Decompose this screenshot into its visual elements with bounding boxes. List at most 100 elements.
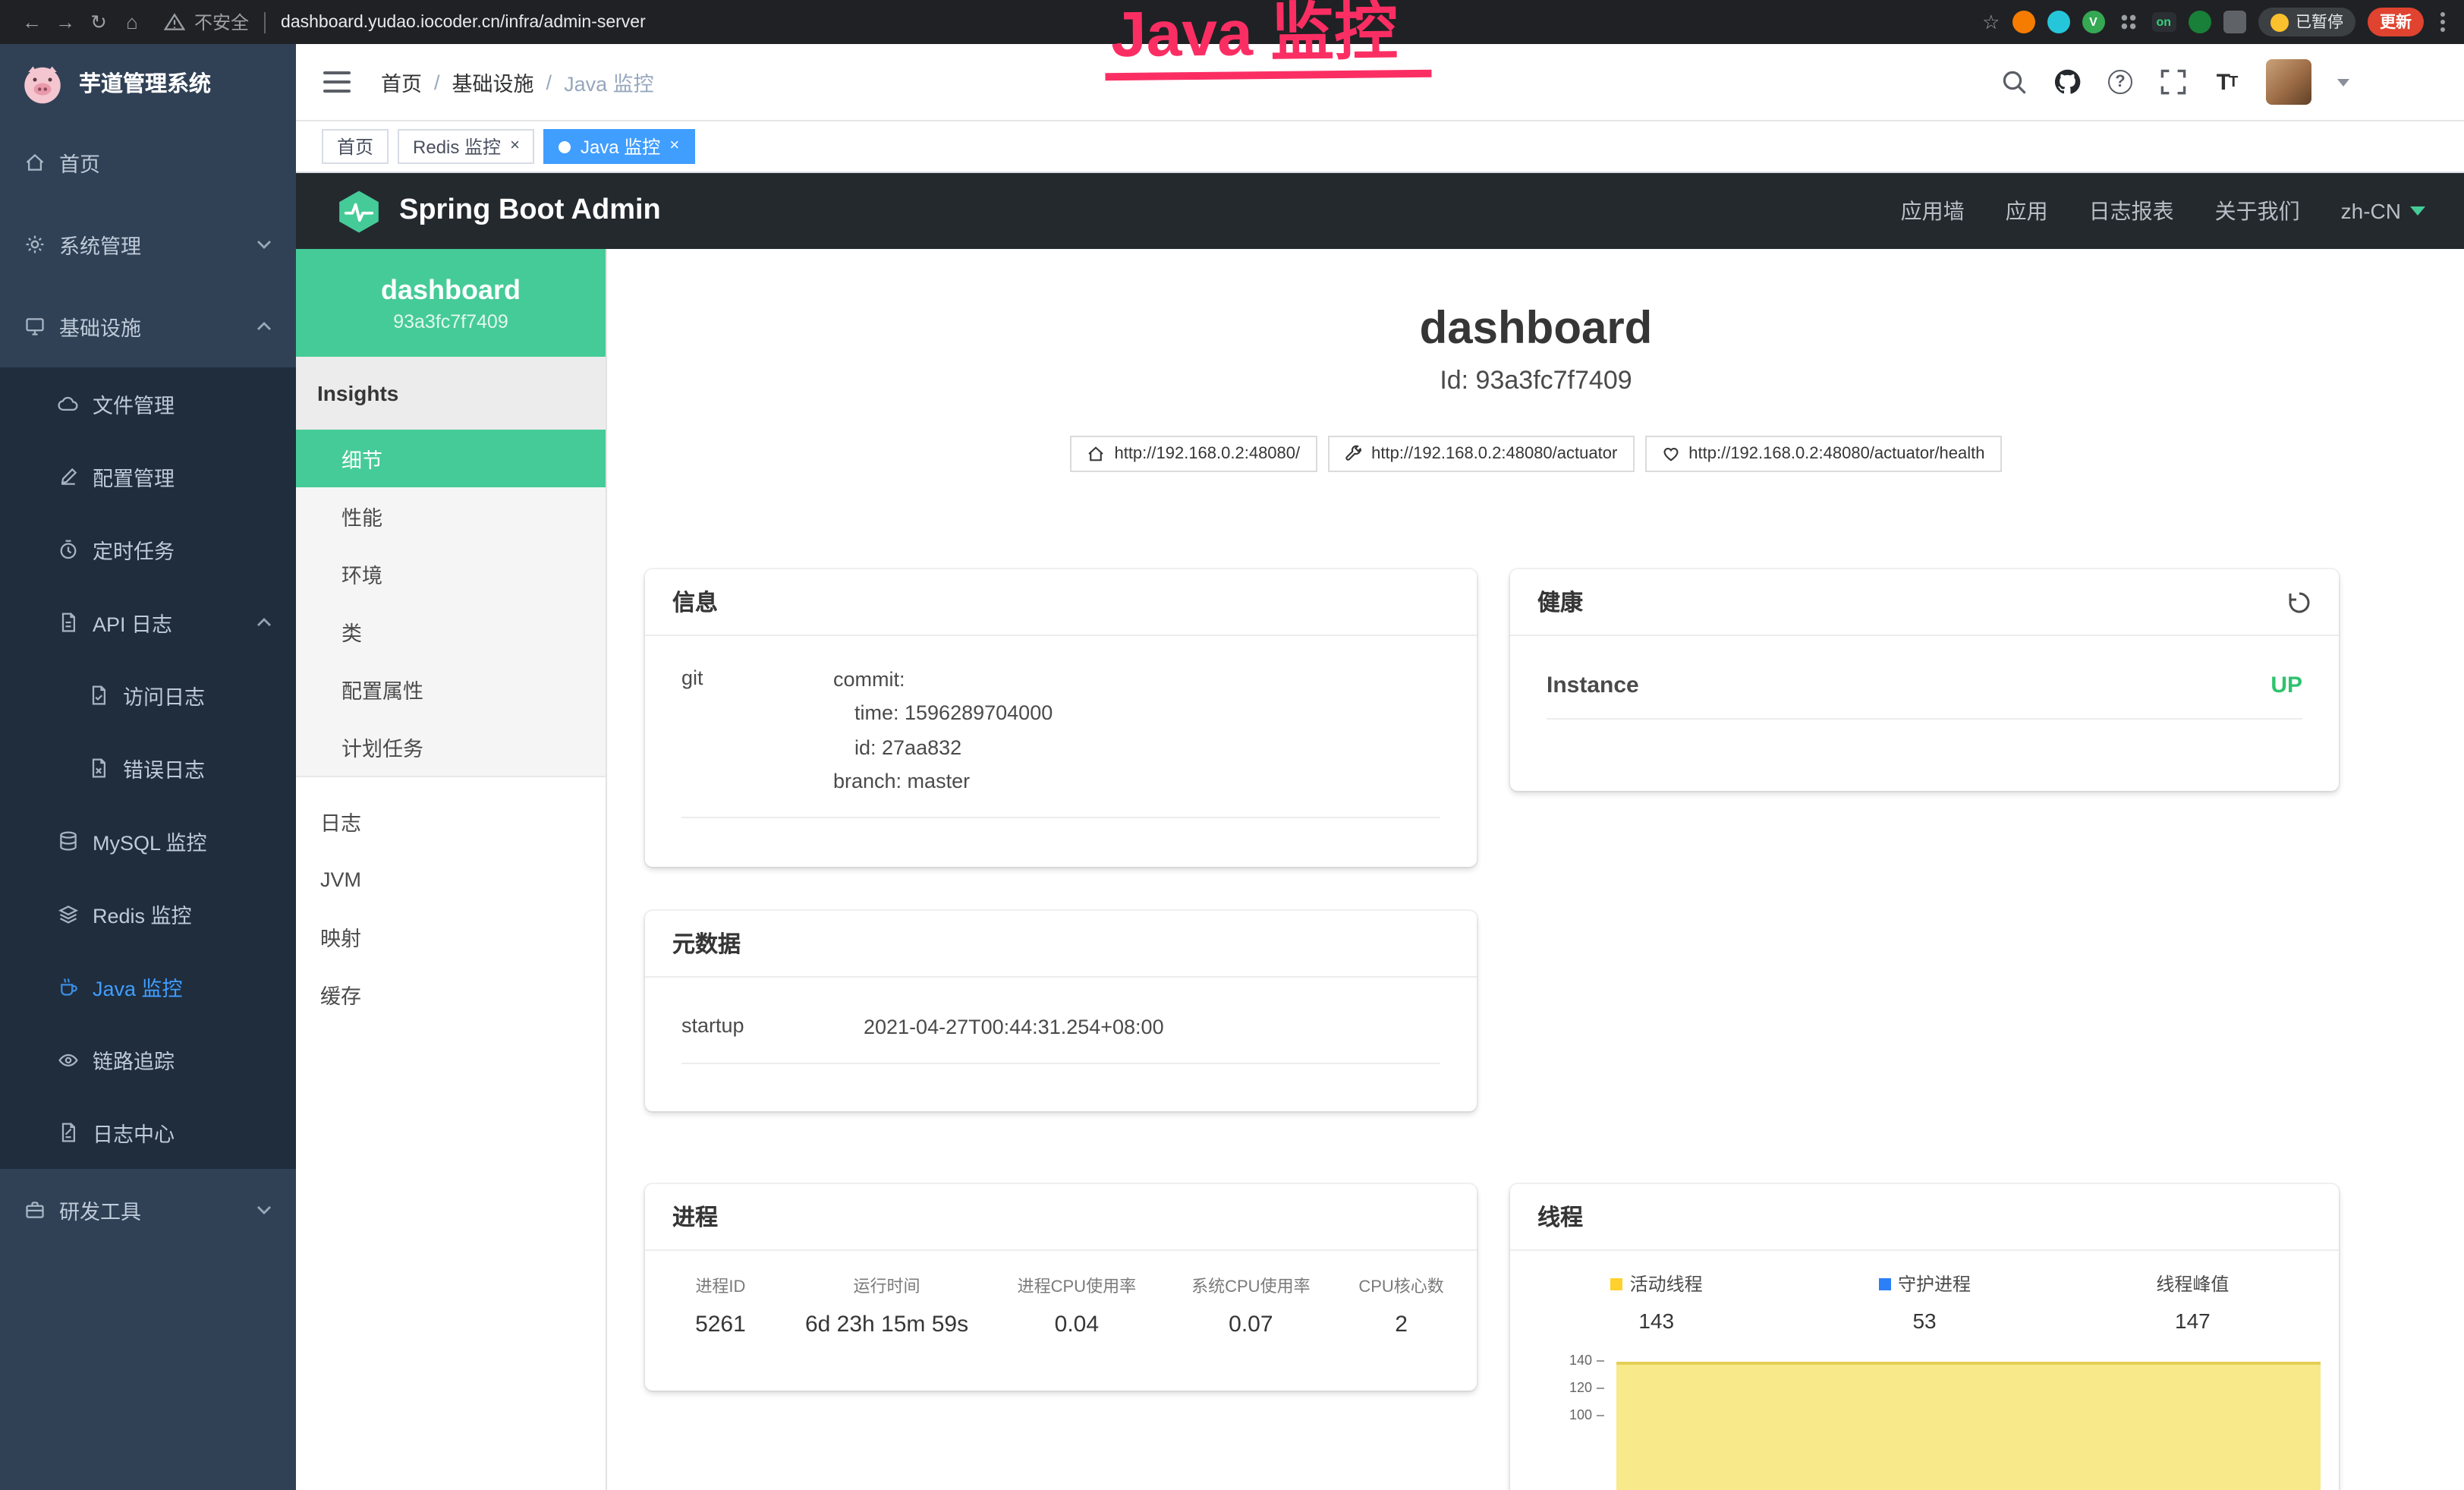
extension-icon-leaf[interactable] [2188,11,2211,33]
sidebar-item-api-log[interactable]: API 日志 [0,586,296,659]
sba-menu-item-jvm[interactable]: JVM [296,850,606,908]
sidebar-item-scheduled-jobs[interactable]: 定时任务 [0,513,296,586]
legend-live-threads: 活动线程 143 [1522,1271,1790,1333]
sba-menu-item-details[interactable]: 细节 [296,430,606,487]
health-instance-row: Instance UP [1547,673,2302,720]
app-sidebar: 芋道管理系统 首页 系统管理 基础设施 文件管理 [0,44,296,1490]
sba-instance-header[interactable]: dashboard 93a3fc7f7409 [296,249,606,357]
sba-nav-about[interactable]: 关于我们 [2215,196,2300,226]
eye-icon [58,1049,79,1070]
process-stats: 进程ID 5261 运行时间 6d 23h 15m 59s 进程CPU使用率 0… [645,1251,1477,1365]
sba-menu-item-logs[interactable]: 日志 [296,792,606,850]
sidebar-item-infra[interactable]: 基础设施 [0,285,296,367]
close-icon[interactable]: × [669,138,679,155]
sidebar-item-dev-tools[interactable]: 研发工具 [0,1169,296,1251]
sidebar-item-config-manage[interactable]: 配置管理 [0,440,296,513]
chart-ytick: 100 [1510,1407,1604,1422]
cpu-cores: CPU核心数 2 [1338,1274,1465,1337]
app-title: 芋道管理系统 [79,67,211,99]
process-uptime: 运行时间 6d 23h 15m 59s [784,1274,990,1337]
sidebar-item-system[interactable]: 系统管理 [0,203,296,285]
home-button[interactable]: ⌂ [115,11,149,33]
extension-icon-orange[interactable] [2012,11,2034,33]
app-logo-row[interactable]: 芋道管理系统 [0,44,296,121]
extension-icon-drop[interactable] [2047,11,2069,33]
extension-icon-green-v[interactable]: V [2082,11,2104,33]
help-icon[interactable]: ? [2107,68,2134,96]
sba-menu-item-scheduled-tasks[interactable]: 计划任务 [296,718,606,776]
threads-chart-area [1616,1362,2321,1490]
sidebar-item-access-log[interactable]: 访问日志 [0,659,296,732]
font-size-icon[interactable]: TT [2213,68,2240,96]
system-cpu-usage: 系统CPU使用率 0.07 [1164,1274,1339,1337]
reload-button[interactable]: ↻ [82,10,115,34]
breadcrumb-section[interactable]: 基础设施 [452,67,534,97]
fullscreen-icon[interactable] [2160,68,2187,96]
url-text[interactable]: dashboard.yudao.iocoder.cn/infra/admin-s… [281,13,646,31]
forward-button[interactable]: → [49,11,82,33]
sba-menu-item-mappings[interactable]: 映射 [296,908,606,966]
history-icon[interactable] [2287,590,2311,614]
user-avatar[interactable] [2266,59,2311,105]
legend-blue-square [1878,1277,1890,1290]
profile-paused-badge[interactable]: 已暂停 [2258,8,2355,36]
sba-nav-applications[interactable]: 应用 [2006,196,2048,226]
bookmark-star-icon[interactable]: ☆ [1982,10,2000,34]
avatar-caret-icon[interactable] [2337,78,2349,86]
coffee-cup-icon [58,976,79,997]
sba-main: dashboard Id: 93a3fc7f7409 http://192.16… [607,249,2464,1490]
sba-menu-item-cache[interactable]: 缓存 [296,966,606,1023]
sidebar-item-file-manage[interactable]: 文件管理 [0,367,296,440]
browser-menu-icon[interactable] [2436,12,2450,32]
timer-icon [58,539,79,560]
layers-icon [58,903,79,925]
document-check-icon [88,685,109,706]
legend-daemon-threads: 守护进程 53 [1790,1271,2058,1333]
sidebar-item-java-monitor[interactable]: Java 监控 [0,950,296,1023]
sba-nav-journal[interactable]: 日志报表 [2089,196,2174,226]
extension-icon-toggle[interactable]: on [2151,12,2176,32]
tab-java-monitor[interactable]: Java 监控 × [544,129,694,164]
sba-root-menu: 日志 JVM 映射 缓存 [296,792,606,1023]
sba-locale-select[interactable]: zh-CN [2341,199,2425,223]
sba-nav-wall[interactable]: 应用墙 [1901,196,1965,226]
link-health-url[interactable]: http://192.168.0.2:48080/actuator/health [1644,436,2001,472]
sidebar-item-redis-monitor[interactable]: Redis 监控 [0,877,296,950]
sba-menu-item-performance[interactable]: 性能 [296,487,606,545]
update-button[interactable]: 更新 [2368,8,2424,36]
home-icon [24,152,46,173]
tab-redis-monitor[interactable]: Redis 监控 × [398,129,535,164]
back-button[interactable]: ← [15,11,49,33]
sba-menu-item-config-props[interactable]: 配置属性 [296,660,606,718]
wrench-icon [1344,445,1362,463]
sba-instance-id: 93a3fc7f7409 [393,310,508,332]
breadcrumb-separator: / [546,71,552,93]
github-icon[interactable] [2053,68,2081,96]
close-icon[interactable]: × [510,138,520,155]
sidebar-item-trace[interactable]: 链路追踪 [0,1023,296,1096]
sba-menu-section-insights[interactable]: Insights [296,357,606,430]
sba-menu-item-classes[interactable]: 类 [296,603,606,660]
breadcrumb-home[interactable]: 首页 [381,67,422,97]
instance-id-line: Id: 93a3fc7f7409 [607,366,2464,396]
database-icon [58,830,79,852]
sba-menu-item-environment[interactable]: 环境 [296,545,606,603]
sba-brand[interactable]: Spring Boot Admin [399,194,661,228]
sba-sidebar: dashboard 93a3fc7f7409 Insights 细节 性能 环境… [296,249,607,1490]
info-key: git [681,663,833,799]
document-error-icon [88,758,109,779]
tab-home[interactable]: 首页 [322,129,389,164]
link-actuator-url[interactable]: http://192.168.0.2:48080/actuator [1327,436,1634,472]
extension-icon-grid[interactable] [2116,11,2139,33]
document-icon [58,612,79,633]
sidebar-item-error-log[interactable]: 错误日志 [0,732,296,805]
link-service-url[interactable]: http://192.168.0.2:48080/ [1070,436,1317,472]
sidebar-item-log-center[interactable]: 日志中心 [0,1096,296,1169]
address-bar[interactable]: 不安全 dashboard.yudao.iocoder.cn/infra/adm… [164,9,646,35]
sidebar-item-mysql-monitor[interactable]: MySQL 监控 [0,805,296,877]
hamburger-icon[interactable] [323,71,351,93]
search-icon[interactable] [2000,68,2028,96]
metadata-value: 2021-04-27T00:44:31.254+08:00 [864,1011,1440,1045]
extension-icon-puzzle[interactable] [2223,11,2245,33]
sidebar-item-home[interactable]: 首页 [0,121,296,203]
